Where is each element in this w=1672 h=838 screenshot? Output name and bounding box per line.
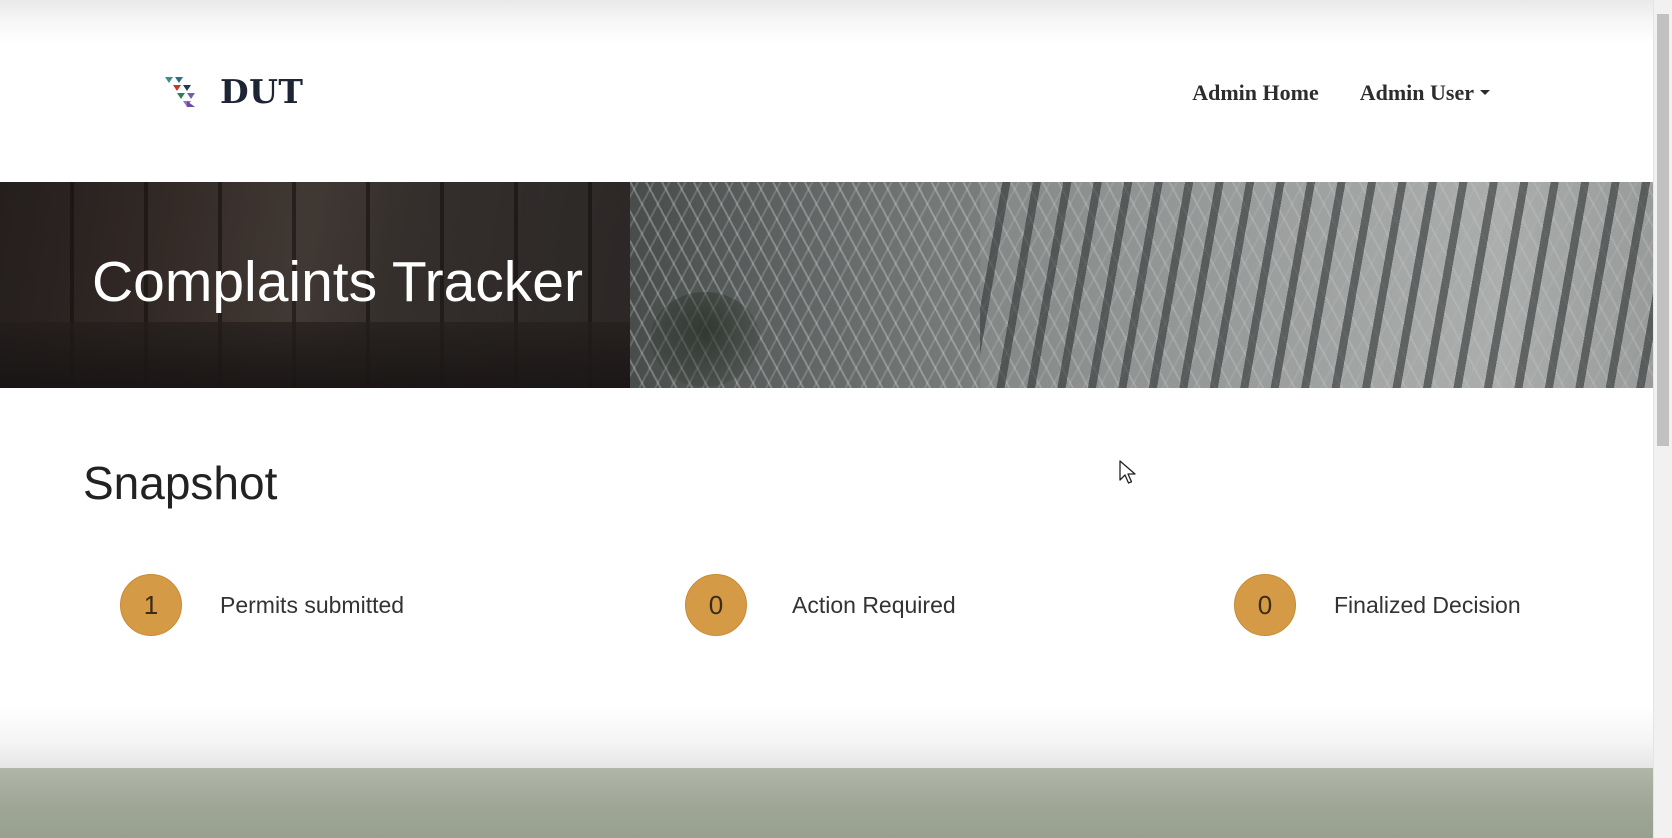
stat-count-badge: 1 [120, 574, 182, 636]
caret-down-icon [1480, 90, 1490, 96]
brand-logo-link[interactable]: DUT [163, 72, 303, 111]
snapshot-heading: Snapshot [83, 457, 278, 509]
site-header: DUT Admin Home Admin User [0, 0, 1653, 182]
nav-admin-user-dropdown[interactable]: Admin User [1360, 80, 1490, 106]
nav-admin-home[interactable]: Admin Home [1192, 80, 1319, 106]
vertical-scrollbar[interactable] [1653, 0, 1672, 838]
mouse-cursor-icon [1119, 460, 1136, 484]
footer-band [0, 768, 1653, 838]
page-title: Complaints Tracker [92, 250, 583, 314]
stat-label: Permits submitted [220, 591, 405, 618]
stat-permits-submitted[interactable]: 1 Permits submitted [120, 574, 404, 636]
main-nav: Admin Home Admin User [1192, 80, 1490, 106]
stat-action-required[interactable]: 0 Action Required [685, 574, 956, 636]
dut-logo-icon [165, 76, 195, 107]
section-divider-shade [0, 706, 1653, 768]
stat-label: Finalized Decision [1334, 591, 1521, 618]
scrollbar-thumb[interactable] [1657, 14, 1669, 446]
stat-count-badge: 0 [685, 574, 747, 636]
page: DUT Admin Home Admin User Complaints Tra… [0, 0, 1653, 838]
admin-user-label: Admin User [1359, 80, 1474, 105]
stat-count-badge: 0 [1234, 574, 1296, 636]
stat-label: Action Required [792, 591, 956, 618]
brand-name: DUT [220, 72, 304, 111]
hero-banner: Complaints Tracker [0, 182, 1653, 388]
stat-finalized-decision[interactable]: 0 Finalized Decision [1234, 574, 1521, 636]
